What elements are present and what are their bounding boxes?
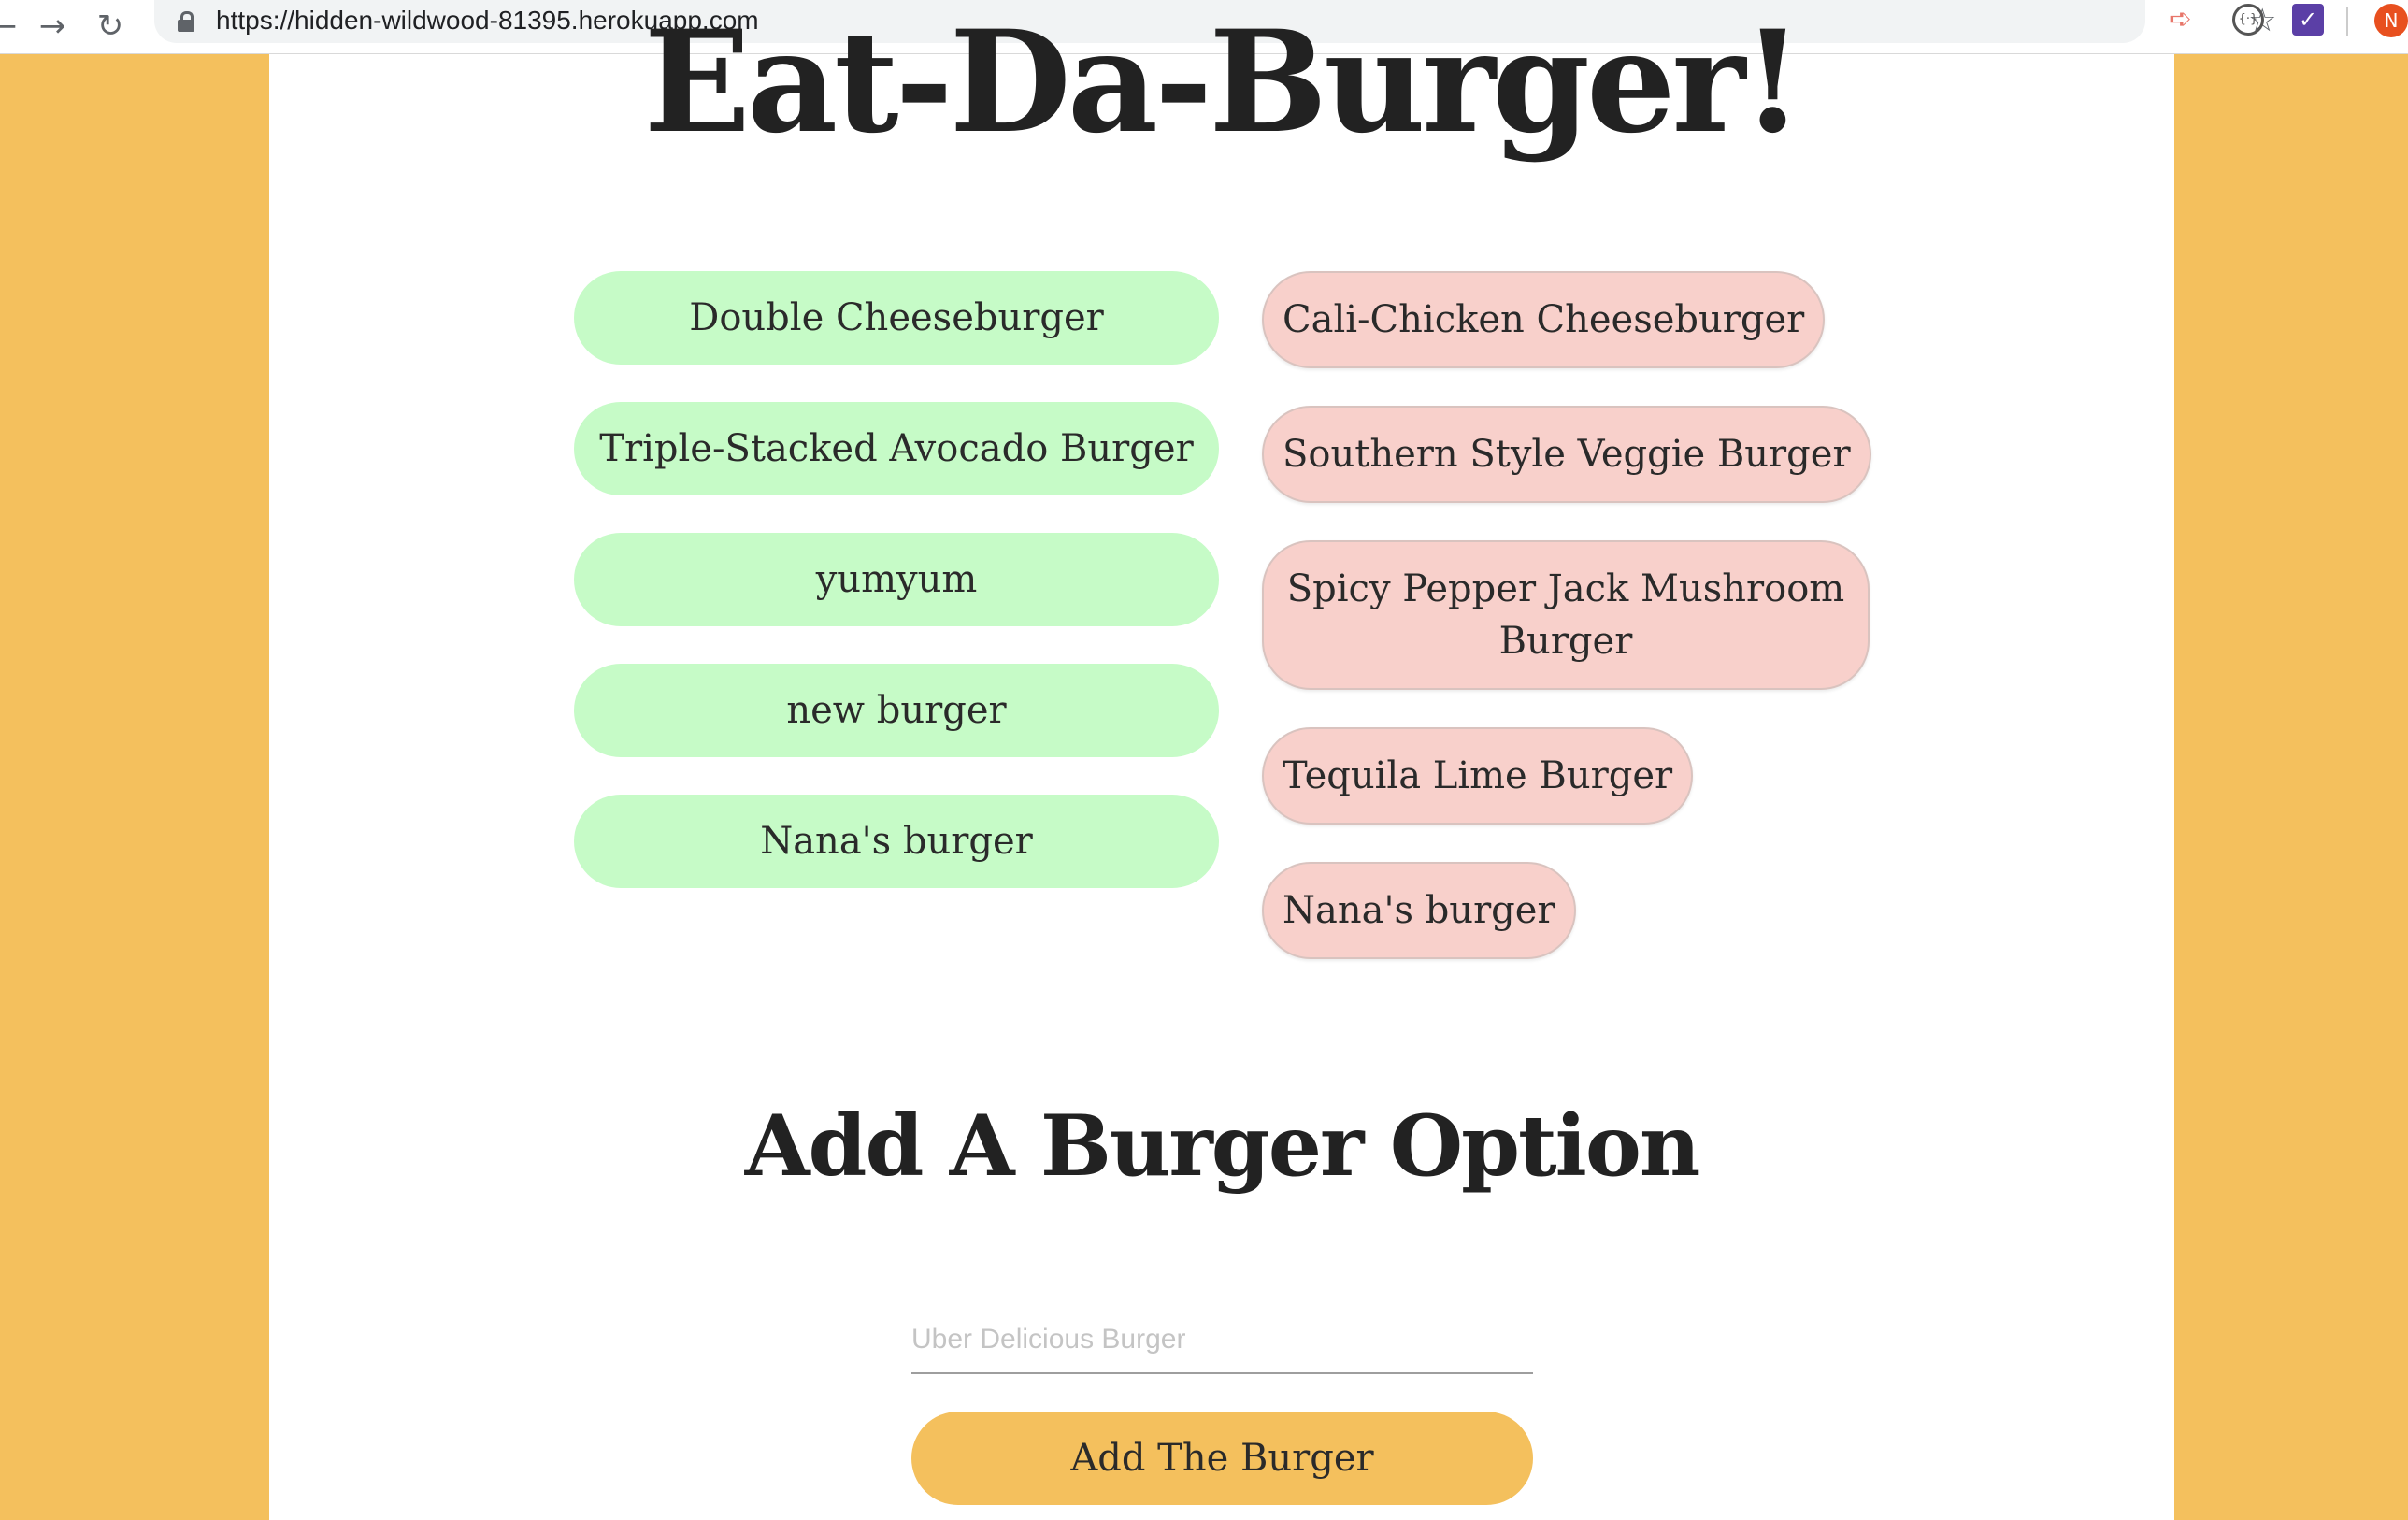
back-arrow-icon[interactable]: ← <box>0 6 24 47</box>
profile-avatar[interactable]: N <box>2374 4 2408 37</box>
toolbar-divider <box>2346 7 2348 36</box>
devoured-burger-list: Cali-Chicken Cheeseburger Southern Style… <box>1262 271 1879 997</box>
burger-name-input[interactable] <box>911 1307 1533 1374</box>
devoured-burger-item[interactable]: Nana's burger <box>1262 862 1576 959</box>
devoured-burger-item[interactable]: Southern Style Veggie Burger <box>1262 406 1871 503</box>
uneaten-burger-item[interactable]: Nana's burger <box>574 795 1219 888</box>
uneaten-burger-item[interactable]: Triple-Stacked Avocado Burger <box>574 402 1219 495</box>
forward-arrow-icon[interactable]: → <box>32 6 73 47</box>
devoured-burger-item[interactable]: Spicy Pepper Jack Mushroom Burger <box>1262 540 1870 690</box>
uneaten-burger-list: Double Cheeseburger Triple-Stacked Avoca… <box>574 271 1219 925</box>
page-title: Eat-Da-Burger! <box>643 0 1804 165</box>
uneaten-burger-item[interactable]: Double Cheeseburger <box>574 271 1219 365</box>
lock-icon <box>178 11 194 32</box>
devoured-burger-item[interactable]: Tequila Lime Burger <box>1262 727 1694 825</box>
uneaten-burger-item[interactable]: yumyum <box>574 533 1219 626</box>
devoured-burger-item[interactable]: Cali-Chicken Cheeseburger <box>1262 271 1826 368</box>
add-burger-heading: Add A Burger Option <box>744 1097 1701 1196</box>
extension-checkmark-icon[interactable]: ✓ <box>2292 4 2324 36</box>
reload-icon[interactable]: ↻ <box>90 6 131 47</box>
extension-braces-icon[interactable]: {·} <box>2232 4 2264 36</box>
add-burger-button[interactable]: Add The Burger <box>911 1412 1533 1505</box>
uneaten-burger-item[interactable]: new burger <box>574 664 1219 757</box>
main-panel: Eat-Da-Burger! Double Cheeseburger Tripl… <box>269 0 2174 1520</box>
